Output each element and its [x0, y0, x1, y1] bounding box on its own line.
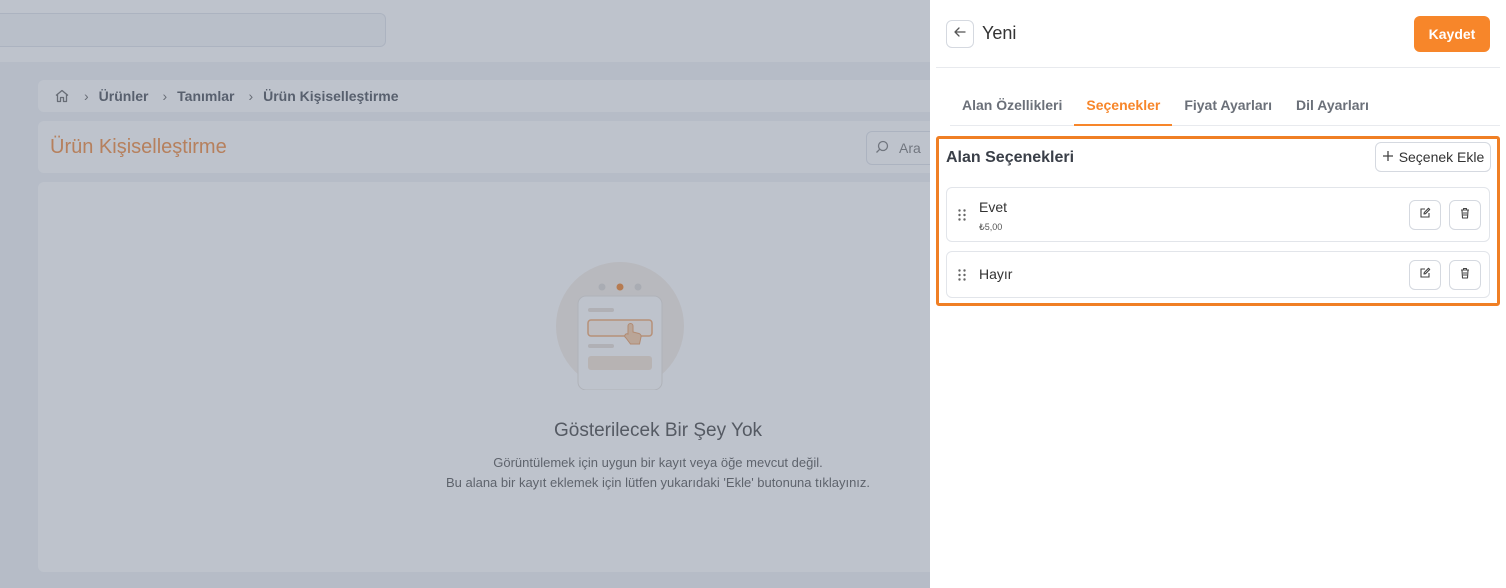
- drag-handle-icon[interactable]: [957, 208, 967, 222]
- field-options-section: Alan Seçenekleri Seçenek Ekle Evet ₺5,00: [936, 136, 1500, 306]
- arrow-left-icon: [953, 25, 967, 44]
- add-option-button[interactable]: Seçenek Ekle: [1375, 142, 1491, 172]
- tab-options[interactable]: Seçenekler: [1074, 84, 1173, 126]
- edit-icon: [1419, 206, 1431, 224]
- option-item: Hayır: [946, 251, 1490, 298]
- side-drawer: Yeni Kaydet Alan Özellikleri Seçenekler …: [930, 0, 1506, 588]
- edit-icon: [1419, 266, 1431, 284]
- delete-option-button[interactable]: [1449, 260, 1481, 290]
- delete-option-button[interactable]: [1449, 200, 1481, 230]
- option-name: Evet: [979, 199, 1008, 215]
- section-title: Alan Seçenekleri: [946, 149, 1075, 166]
- edit-option-button[interactable]: [1409, 260, 1441, 290]
- plus-icon: [1382, 149, 1394, 165]
- trash-icon: [1459, 266, 1471, 284]
- option-price: ₺5,00: [979, 222, 1003, 232]
- edit-option-button[interactable]: [1409, 200, 1441, 230]
- drawer-header: Yeni Kaydet: [936, 0, 1500, 68]
- save-button[interactable]: Kaydet: [1414, 16, 1490, 52]
- drag-handle-icon[interactable]: [957, 268, 967, 282]
- trash-icon: [1459, 206, 1471, 224]
- option-item: Evet ₺5,00: [946, 187, 1490, 242]
- option-name: Hayır: [979, 266, 1013, 282]
- add-option-label: Seçenek Ekle: [1398, 149, 1485, 165]
- back-button[interactable]: [946, 20, 974, 48]
- drawer-title: Yeni: [982, 23, 1017, 43]
- drawer-tabs: Alan Özellikleri Seçenekler Fiyat Ayarla…: [950, 84, 1500, 126]
- tab-language-settings[interactable]: Dil Ayarları: [1284, 84, 1381, 126]
- tab-price-settings[interactable]: Fiyat Ayarları: [1172, 84, 1284, 126]
- tab-field-properties[interactable]: Alan Özellikleri: [950, 84, 1074, 126]
